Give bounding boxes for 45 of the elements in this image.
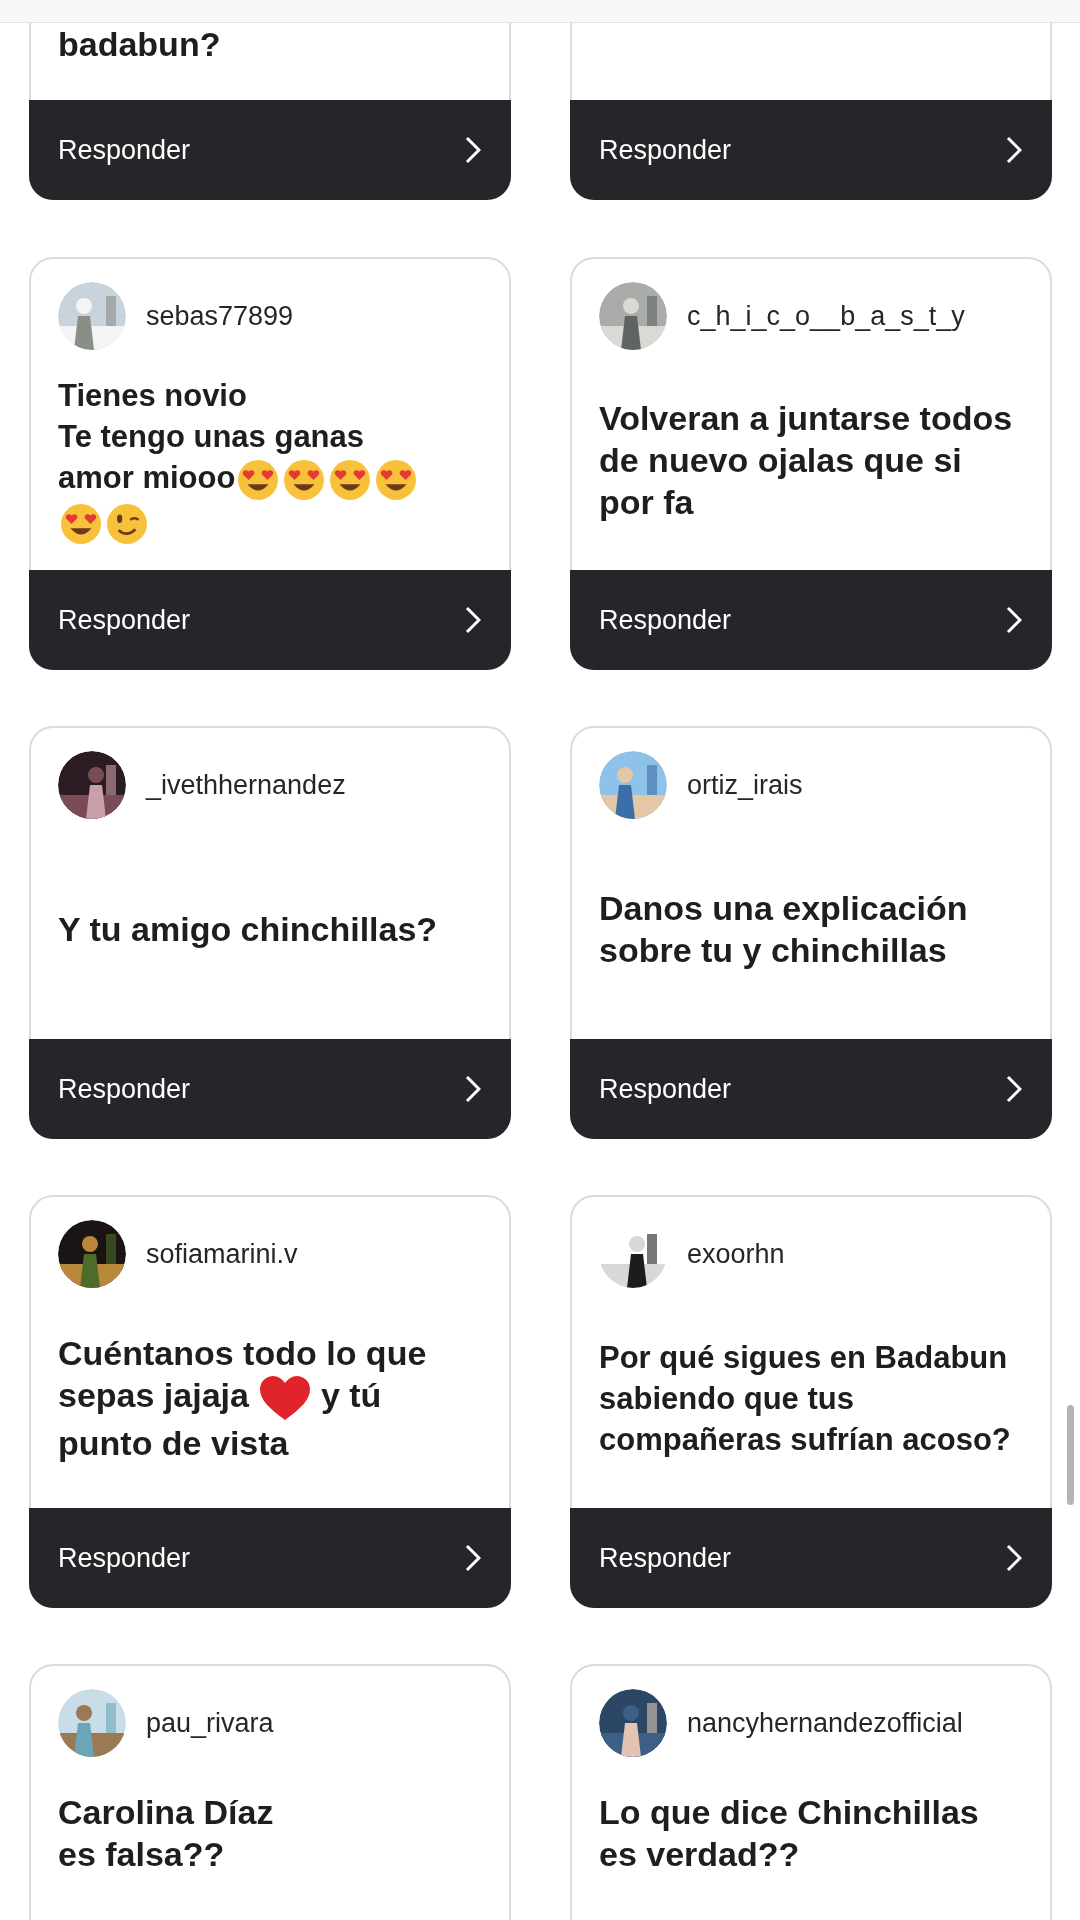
username: pau_rivara	[146, 1707, 274, 1739]
username: exoorhn	[687, 1238, 785, 1270]
chevron-icon	[1006, 1075, 1022, 1103]
reply-button[interactable]: Responder	[29, 570, 511, 670]
heart-eyes-emoji-icon	[237, 459, 280, 501]
question-text: sepas jajaja	[58, 1376, 249, 1415]
reply-button[interactable]: Responder	[29, 1039, 511, 1139]
chevron-icon	[465, 136, 481, 164]
chevron-icon	[465, 1544, 481, 1572]
reply-button[interactable]: Responder	[570, 570, 1052, 670]
question-text: Volveran a juntarse todos de nuevo ojalas que si por fa	[599, 399, 1013, 521]
username: c_h_i_c_o__b_a_s_t_y	[687, 300, 965, 332]
question-text: Por qué sigues en Badabun sabiendo que tus compañeras sufrían acoso?	[599, 1339, 1011, 1457]
question-text: y tú	[320, 1376, 382, 1415]
username: _ivethhernandez	[146, 769, 346, 801]
username: sebas77899	[146, 300, 294, 332]
question-text: Carolina Díaz es falsa??	[58, 1793, 274, 1873]
question-text: punto de vista	[58, 1423, 289, 1462]
heart-icon	[258, 1375, 311, 1422]
question-text: Tienes novio	[58, 378, 247, 414]
question-text: Te tengo unas ganas	[58, 419, 365, 455]
question-text: Danos una explicación sobre tu y chinchillas	[599, 889, 968, 969]
question-text: Y tu amigo chinchillas?	[58, 910, 438, 948]
heart-eyes-emoji-icon	[375, 459, 418, 501]
chevron-icon	[465, 1075, 481, 1103]
question-text: Cuéntanos todo lo que	[58, 1334, 427, 1373]
chevron-icon	[1006, 606, 1022, 634]
heart-eyes-emoji-icon	[60, 502, 102, 545]
heart-eyes-emoji-icon	[329, 459, 372, 501]
chevron-icon	[465, 606, 481, 634]
reply-button[interactable]: Responder	[570, 1508, 1052, 1608]
reply-button[interactable]: Responder	[29, 100, 511, 200]
wink-emoji-icon	[106, 502, 148, 545]
chevron-icon	[1006, 1544, 1022, 1572]
chevron-icon	[1006, 136, 1022, 164]
reply-button[interactable]: Responder	[29, 1508, 511, 1608]
question-text: amor miooo	[58, 460, 236, 496]
question-text: Lo que dice Chinchillas es verdad??	[599, 1793, 979, 1873]
heart-eyes-emoji-icon	[283, 459, 326, 501]
username: nancyhernandezofficial	[687, 1707, 963, 1739]
reply-button[interactable]: Responder	[570, 100, 1052, 200]
username: ortiz_irais	[687, 769, 803, 801]
question-text: badabun?	[58, 25, 221, 63]
reply-button[interactable]: Responder	[570, 1039, 1052, 1139]
username: sofiamarini.v	[146, 1238, 298, 1270]
